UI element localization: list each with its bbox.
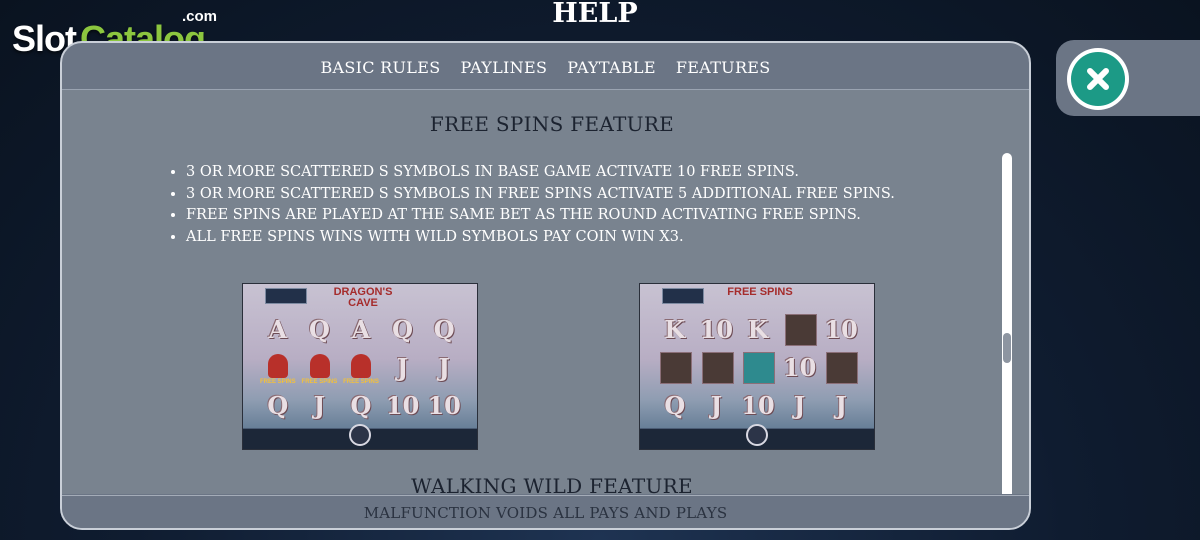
- character-symbol: [779, 310, 821, 348]
- scatter-symbol: FREE SPINS: [257, 348, 299, 386]
- help-content[interactable]: FREE SPINS FEATURE 3 OR MORE SCATTERED S…: [62, 90, 1029, 494]
- reel-symbol: J: [438, 352, 450, 382]
- character-symbol: [737, 348, 779, 386]
- game-logo: DRAGON'S CAVE: [333, 286, 393, 309]
- scrollbar-thumb[interactable]: [1003, 333, 1011, 363]
- reel-symbol: K: [664, 314, 686, 344]
- scatter-symbol: FREE SPINS: [340, 348, 382, 386]
- reel-symbol: Q: [308, 314, 330, 344]
- reel-grid: A Q A Q Q FREE SPINS FREE SPINS FREE SPI…: [257, 310, 465, 425]
- reel-grid: K 10 K 10 10 Q J 10 J J: [654, 310, 862, 425]
- free-spins-logo: FREE SPINS: [727, 286, 793, 298]
- scatter-label: FREE SPINS: [259, 378, 296, 385]
- reel-symbol: J: [793, 391, 806, 421]
- rule-item: FREE SPINS ARE PLAYED AT THE SAME BET AS…: [186, 205, 895, 227]
- disclaimer-footer: MALFUNCTION VOIDS ALL PAYS AND PLAYS: [62, 495, 1029, 528]
- x-mark-icon: [1087, 68, 1109, 90]
- scatter-label: FREE SPINS: [301, 378, 338, 385]
- reel-symbol: J: [710, 391, 723, 421]
- rule-item: 3 OR MORE SCATTERED S SYMBOLS IN FREE SP…: [186, 184, 895, 206]
- page-title: HELP: [552, 0, 638, 29]
- reel-symbol: Q: [433, 314, 455, 344]
- reel-symbol: 10: [741, 391, 775, 421]
- reel-symbol: Q: [350, 391, 372, 421]
- bet-info-panel: [662, 288, 704, 304]
- help-panel: BASIC RULES PAYLINES PAYTABLE FEATURES F…: [60, 41, 1031, 530]
- scatter-label: FREE SPINS: [343, 378, 379, 385]
- reel-symbol: J: [835, 391, 847, 421]
- reel-symbol: Q: [267, 391, 289, 421]
- reel-symbol: A: [268, 314, 288, 344]
- spin-icon: [349, 424, 371, 446]
- scatter-symbol: FREE SPINS: [299, 348, 341, 386]
- free-spins-screenshot: FREE SPINS K 10 K 10 10 Q J 10 J J: [639, 283, 875, 450]
- base-game-screenshot: DRAGON'S CAVE A Q A Q Q FREE SPINS FREE …: [242, 283, 478, 450]
- character-symbol: [654, 348, 696, 386]
- reel-symbol: K: [747, 314, 769, 344]
- next-section-title: WALKING WILD FEATURE: [411, 474, 693, 494]
- tab-paylines[interactable]: PAYLINES: [450, 58, 557, 77]
- help-tabs: BASIC RULES PAYLINES PAYTABLE FEATURES: [62, 43, 1029, 90]
- close-icon: [1071, 52, 1125, 106]
- character-symbol: [696, 348, 738, 386]
- section-title: FREE SPINS FEATURE: [429, 112, 675, 136]
- tab-features[interactable]: FEATURES: [666, 58, 781, 77]
- tab-paytable[interactable]: PAYTABLE: [557, 58, 666, 77]
- reel-symbol: 10: [427, 391, 461, 421]
- scrollbar[interactable]: [1002, 153, 1012, 494]
- rule-item: 3 OR MORE SCATTERED S SYMBOLS IN BASE GA…: [186, 162, 895, 184]
- reel-symbol: 10: [385, 391, 420, 421]
- reel-symbol: 10: [824, 314, 858, 344]
- tab-basic-rules[interactable]: BASIC RULES: [310, 58, 450, 77]
- rule-item: ALL FREE SPINS WINS WITH WILD SYMBOLS PA…: [186, 227, 895, 249]
- game-help-screen: .com Slot Catalog HELP BASIC RULES PAYLI…: [0, 0, 1200, 540]
- reel-symbol: Q: [664, 391, 686, 421]
- reel-symbol: 10: [699, 314, 734, 344]
- reel-symbol: A: [351, 314, 371, 344]
- reel-symbol: J: [313, 391, 326, 421]
- reel-symbol: Q: [392, 314, 414, 344]
- spin-icon: [746, 424, 768, 446]
- character-symbol: [820, 348, 862, 386]
- reel-symbol: J: [396, 352, 409, 382]
- rules-list: 3 OR MORE SCATTERED S SYMBOLS IN BASE GA…: [172, 162, 895, 248]
- close-button[interactable]: [1067, 48, 1129, 110]
- bet-info-panel: [265, 288, 307, 304]
- reel-symbol: 10: [782, 352, 817, 382]
